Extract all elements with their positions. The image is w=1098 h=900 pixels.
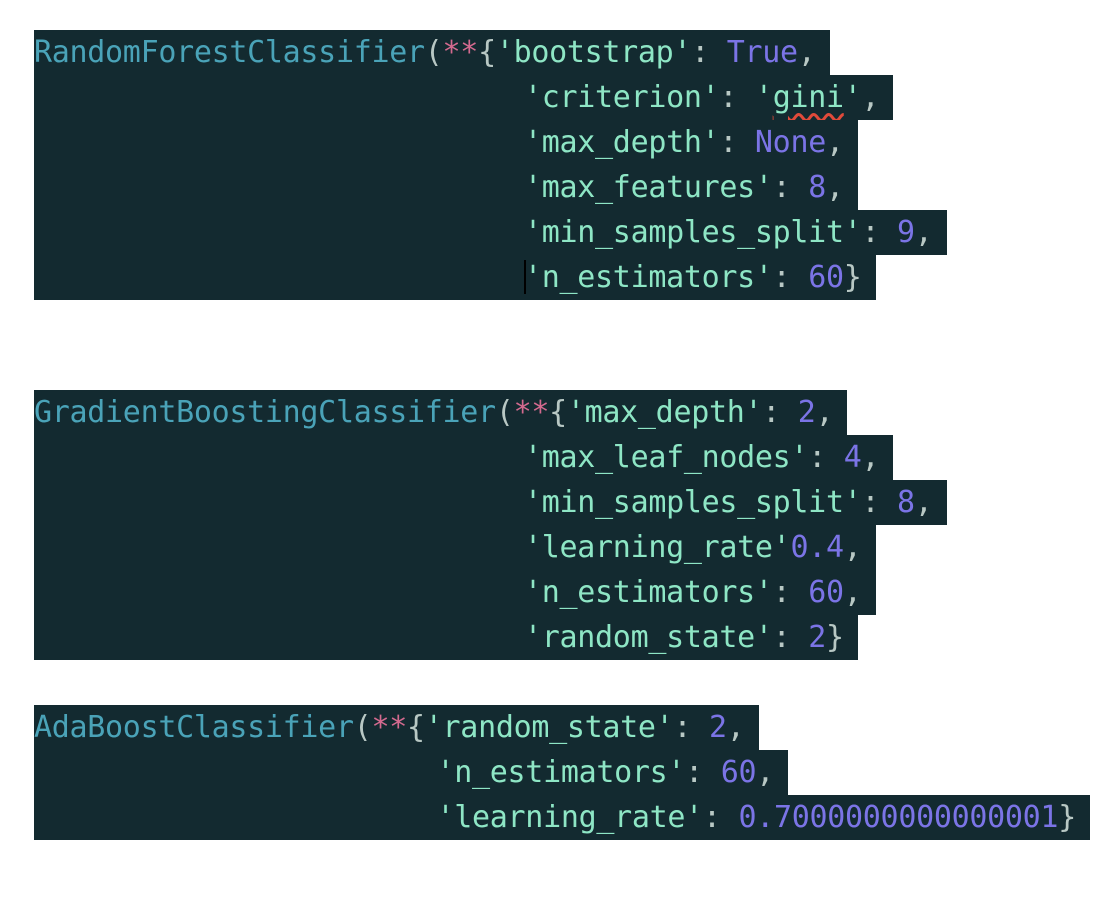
code-line: RandomForestClassifier(**{'bootstrap': T… bbox=[34, 30, 830, 75]
operator-token: ** bbox=[442, 35, 479, 70]
class-name-token: GradientBoostingClassifier bbox=[34, 395, 496, 430]
code-line: 'random_state': 2} bbox=[34, 615, 858, 660]
punctuation-token: , bbox=[861, 440, 880, 475]
class-name-token: AdaBoostClassifier bbox=[34, 710, 354, 745]
string-token: 'random_state' bbox=[424, 710, 674, 745]
punctuation-token: : bbox=[808, 440, 844, 475]
punctuation-token: } bbox=[843, 260, 862, 295]
punctuation-token: : bbox=[772, 575, 809, 610]
code-line: 'max_leaf_nodes': 4, bbox=[34, 435, 894, 480]
keyword-token: None bbox=[754, 125, 826, 160]
operator-token: ** bbox=[513, 395, 550, 430]
punctuation-token: , bbox=[726, 710, 745, 745]
punctuation-token: : bbox=[685, 755, 721, 790]
string-token: 'learning_rate' bbox=[524, 530, 791, 565]
punctuation-token: : bbox=[762, 395, 798, 430]
string-token: 'random_state' bbox=[524, 620, 773, 655]
punctuation-token: : bbox=[719, 125, 755, 160]
code-line: GradientBoostingClassifier(**{'max_depth… bbox=[34, 390, 848, 435]
punctuation-token: : bbox=[772, 620, 809, 655]
string-token: 'max_depth' bbox=[566, 395, 763, 430]
punctuation-token: { bbox=[549, 395, 567, 430]
string-token: 'criterion' bbox=[524, 80, 720, 115]
string-token: 'n_estimators' bbox=[524, 575, 773, 610]
number-token: 2 bbox=[797, 395, 816, 430]
number-token: 4 bbox=[843, 440, 862, 475]
class-name-token: RandomForestClassifier bbox=[34, 35, 425, 70]
string-token: 'learning_rate' bbox=[436, 800, 704, 835]
string-token: 'max_features' bbox=[524, 170, 773, 205]
number-token: 0.4 bbox=[790, 530, 844, 565]
code-line: 'n_estimators': 60, bbox=[34, 750, 788, 795]
punctuation-token: : bbox=[673, 710, 709, 745]
punctuation-token: , bbox=[756, 755, 774, 790]
operator-token: ** bbox=[371, 710, 408, 745]
punctuation-token: ( bbox=[424, 35, 443, 70]
string-token: 'min_samples_split' bbox=[524, 215, 862, 250]
punctuation-token: , bbox=[825, 125, 844, 160]
punctuation-token: { bbox=[478, 35, 496, 70]
punctuation-token: , bbox=[797, 35, 816, 70]
string-token: ' bbox=[754, 80, 773, 115]
punctuation-token: , bbox=[861, 80, 880, 115]
random-forest-block: RandomForestClassifier(**{'bootstrap': T… bbox=[34, 30, 947, 300]
punctuation-token: , bbox=[843, 530, 862, 565]
adaboost-block: AdaBoostClassifier(**{'random_state': 2,… bbox=[34, 705, 1090, 840]
punctuation-token: : bbox=[772, 260, 809, 295]
punctuation-token: { bbox=[407, 710, 425, 745]
punctuation-token: : bbox=[719, 80, 755, 115]
punctuation-token: , bbox=[914, 215, 933, 250]
code-line: 'min_samples_split': 9, bbox=[34, 210, 947, 255]
punctuation-token: : bbox=[702, 800, 739, 835]
code-line: 'criterion': 'gini', bbox=[34, 75, 894, 120]
number-token: 2 bbox=[808, 620, 826, 655]
number-token: 60 bbox=[808, 575, 844, 610]
code-line: AdaBoostClassifier(**{'random_state': 2, bbox=[34, 705, 759, 750]
number-token: 60 bbox=[808, 260, 844, 295]
punctuation-token: , bbox=[914, 485, 933, 520]
punctuation-token: } bbox=[1058, 800, 1076, 835]
string-token: 'bootstrap' bbox=[495, 35, 692, 70]
punctuation-token: ( bbox=[495, 395, 514, 430]
punctuation-token: , bbox=[815, 395, 834, 430]
string-token: gini bbox=[772, 80, 844, 115]
number-token: 9 bbox=[897, 215, 915, 250]
string-token: 'n_estimators' bbox=[524, 260, 773, 295]
punctuation-token: } bbox=[825, 620, 844, 655]
text-cursor bbox=[524, 260, 526, 294]
string-token: 'max_depth' bbox=[524, 125, 720, 160]
punctuation-token: : bbox=[861, 485, 898, 520]
punctuation-token: , bbox=[825, 170, 844, 205]
punctuation-token: : bbox=[772, 170, 809, 205]
number-token: 60 bbox=[720, 755, 757, 790]
number-token: 8 bbox=[897, 485, 915, 520]
code-line: 'n_estimators': 60, bbox=[34, 570, 876, 615]
code-line: 'n_estimators': 60} bbox=[34, 255, 876, 300]
code-line: 'max_features': 8, bbox=[34, 165, 858, 210]
code-line: 'max_depth': None, bbox=[34, 120, 858, 165]
string-token: 'n_estimators' bbox=[436, 755, 686, 790]
string-token: 'max_leaf_nodes' bbox=[524, 440, 809, 475]
string-token: ' bbox=[843, 80, 862, 115]
gradient-boosting-block: GradientBoostingClassifier(**{'max_depth… bbox=[34, 390, 947, 660]
number-token: 2 bbox=[708, 710, 727, 745]
string-token: 'min_samples_split' bbox=[524, 485, 862, 520]
punctuation-token: : bbox=[691, 35, 727, 70]
punctuation-token: ( bbox=[353, 710, 372, 745]
number-token: 0.7000000000000001 bbox=[738, 800, 1059, 835]
code-line: 'learning_rate': 0.7000000000000001} bbox=[34, 795, 1090, 840]
punctuation-token: : bbox=[861, 215, 898, 250]
punctuation-token: , bbox=[843, 575, 862, 610]
code-line: 'min_samples_split': 8, bbox=[34, 480, 947, 525]
keyword-token: True bbox=[726, 35, 798, 70]
code-line: 'learning_rate'0.4, bbox=[34, 525, 876, 570]
number-token: 8 bbox=[808, 170, 826, 205]
